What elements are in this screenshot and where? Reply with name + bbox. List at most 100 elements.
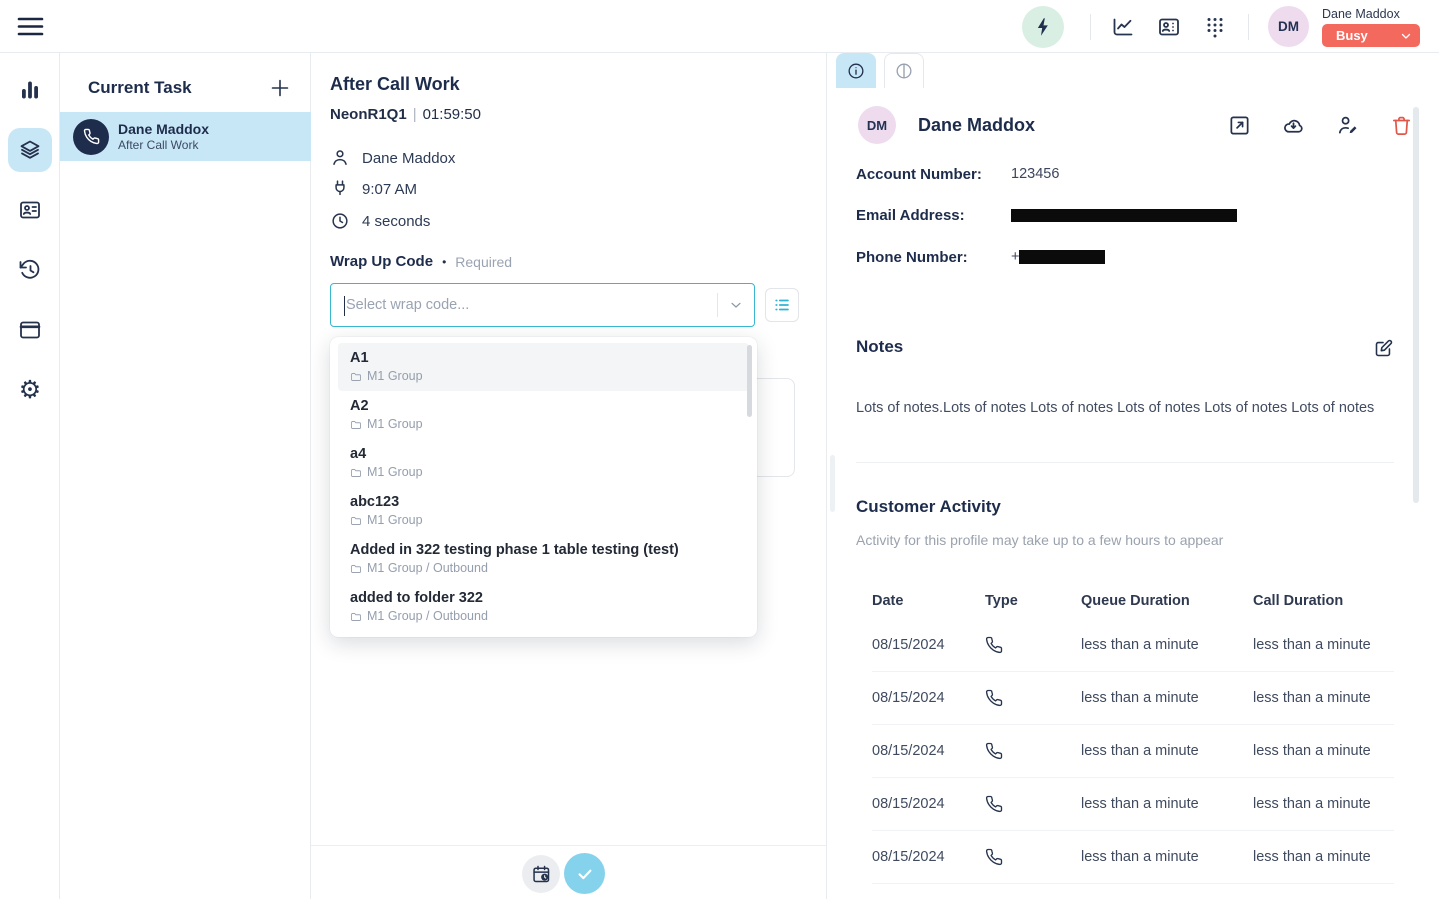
person-edit-icon[interactable] xyxy=(1336,114,1359,137)
tab-info[interactable] xyxy=(836,53,876,88)
wrap-code-option[interactable]: A2 M1 Group xyxy=(338,391,749,439)
chevron-down-icon[interactable] xyxy=(718,297,754,313)
contact-card-icon[interactable] xyxy=(1157,15,1181,39)
wrap-code-option[interactable]: added to folder 322 M1 Group / Outbound xyxy=(338,583,749,631)
notes-content: Lots of notes.Lots of notes Lots of note… xyxy=(856,398,1384,419)
info-icon xyxy=(846,61,866,81)
task-detail-panel: After Call Work NeonR1Q1|01:59:50 Dane M… xyxy=(311,53,827,899)
folder-icon xyxy=(350,371,362,383)
left-icon-rail: ⚙ xyxy=(0,53,60,899)
task-footer xyxy=(311,845,826,899)
phone-icon xyxy=(985,636,1081,654)
account-number-row: Account Number: 123456 xyxy=(856,166,982,183)
wrap-code-input[interactable] xyxy=(331,297,717,313)
schedule-button[interactable] xyxy=(522,855,560,893)
folder-icon xyxy=(350,563,362,575)
task-list-item[interactable]: Dane Maddox After Call Work xyxy=(60,112,311,161)
dropdown-scrollbar[interactable] xyxy=(747,345,752,417)
gear-icon: ⚙ xyxy=(19,378,41,403)
contact-avatar: DM xyxy=(858,106,896,144)
dialpad-icon[interactable] xyxy=(1203,15,1227,39)
user-name: Dane Maddox xyxy=(1322,7,1400,21)
profile-actions xyxy=(1228,114,1413,137)
task-type-label: After Call Work xyxy=(118,138,209,153)
sidebar-item-workspace[interactable] xyxy=(8,308,52,352)
sidebar-item-settings[interactable]: ⚙ xyxy=(8,368,52,412)
phone-icon xyxy=(985,742,1081,760)
column-header-call-duration: Call Duration xyxy=(1253,593,1394,609)
column-header-date: Date xyxy=(872,593,985,609)
panel-scrollbar[interactable] xyxy=(1413,107,1419,503)
calendar-clock-icon xyxy=(531,864,552,885)
phone-row: Phone Number: + xyxy=(856,249,968,266)
wrap-code-option[interactable]: a4 M1 Group xyxy=(338,439,749,487)
wrap-code-dropdown: A1 M1 Group A2 M1 Group a4 M1 Group abc1… xyxy=(330,337,757,637)
sidebar-item-contacts[interactable] xyxy=(8,188,52,232)
complete-task-button[interactable] xyxy=(564,853,605,894)
required-bullet: • xyxy=(442,255,446,269)
contact-card-icon xyxy=(18,198,42,222)
profile-header: DM Dane Maddox xyxy=(858,105,1413,145)
activity-table-row: 08/15/2024 less than a minute less than … xyxy=(872,725,1394,778)
wrap-code-option[interactable]: A1 M1 Group xyxy=(338,343,749,391)
section-divider xyxy=(856,462,1394,463)
phone-label: Phone Number: xyxy=(856,249,968,266)
task-queue-timer: NeonR1Q1|01:59:50 xyxy=(330,106,481,123)
cloud-download-icon[interactable] xyxy=(1282,114,1305,137)
email-row: Email Address: xyxy=(856,207,965,224)
activity-table-row: 08/15/2024 less than a minute less than … xyxy=(872,672,1394,725)
wrap-up-code-label: Wrap Up Code xyxy=(330,253,433,270)
phone-icon xyxy=(985,848,1081,866)
lightning-button[interactable] xyxy=(1022,6,1064,48)
wrap-up-label-row: Wrap Up Code • Required xyxy=(330,253,512,270)
phone-icon xyxy=(985,689,1081,707)
wrap-code-select[interactable] xyxy=(330,283,755,327)
status-dropdown-button[interactable]: Busy xyxy=(1322,24,1420,47)
hamburger-menu-icon[interactable] xyxy=(17,14,44,39)
user-avatar[interactable]: DM xyxy=(1268,6,1309,47)
person-icon xyxy=(330,148,350,168)
sidebar-item-conversations[interactable] xyxy=(8,128,52,172)
current-task-title: Current Task xyxy=(88,78,192,98)
panel-scrollbar[interactable] xyxy=(830,455,835,512)
check-icon xyxy=(575,864,595,884)
lightning-icon xyxy=(1033,17,1053,37)
customer-activity-title: Customer Activity xyxy=(856,497,1001,517)
status-label: Busy xyxy=(1336,28,1368,43)
edit-notes-icon[interactable] xyxy=(1373,338,1394,359)
external-link-icon[interactable] xyxy=(1228,114,1251,137)
tab-split-view[interactable] xyxy=(884,53,924,88)
sidebar-item-activity-history[interactable] xyxy=(8,248,52,292)
add-task-button[interactable] xyxy=(268,76,292,100)
topbar-divider xyxy=(1090,14,1091,40)
clock-icon xyxy=(330,211,350,231)
chevron-down-icon xyxy=(1400,30,1412,42)
text-caret xyxy=(344,296,345,316)
contact-name: Dane Maddox xyxy=(362,150,455,167)
trash-icon[interactable] xyxy=(1390,114,1413,137)
column-header-queue-duration: Queue Duration xyxy=(1081,593,1253,609)
phone-icon xyxy=(985,795,1081,813)
email-label: Email Address: xyxy=(856,207,965,224)
sidebar-item-analytics[interactable] xyxy=(8,68,52,112)
bullet-list-icon xyxy=(773,296,791,314)
top-bar: DM Dane Maddox Busy xyxy=(0,0,1439,53)
contact-name-heading: Dane Maddox xyxy=(918,115,1035,136)
task-timer: 01:59:50 xyxy=(423,106,481,123)
layers-icon xyxy=(18,138,42,162)
notes-title: Notes xyxy=(856,337,903,357)
folder-icon xyxy=(350,515,362,527)
queue-name: NeonR1Q1 xyxy=(330,106,407,123)
history-icon xyxy=(18,258,42,282)
task-detail-title: After Call Work xyxy=(330,74,460,95)
wrap-code-option[interactable]: abc123 M1 Group xyxy=(338,487,749,535)
email-value-redacted xyxy=(1011,207,1237,223)
contact-panel: DM Dane Maddox Account Number: 123456 Em… xyxy=(827,53,1439,899)
plug-icon xyxy=(330,179,350,199)
wrap-code-option[interactable]: Added in 322 testing phase 1 table testi… xyxy=(338,535,749,583)
phone-icon xyxy=(73,119,109,155)
wrap-code-list-button[interactable] xyxy=(765,288,799,322)
task-duration: 4 seconds xyxy=(362,213,430,230)
account-number-label: Account Number: xyxy=(856,166,982,183)
line-chart-icon[interactable] xyxy=(1111,15,1135,39)
